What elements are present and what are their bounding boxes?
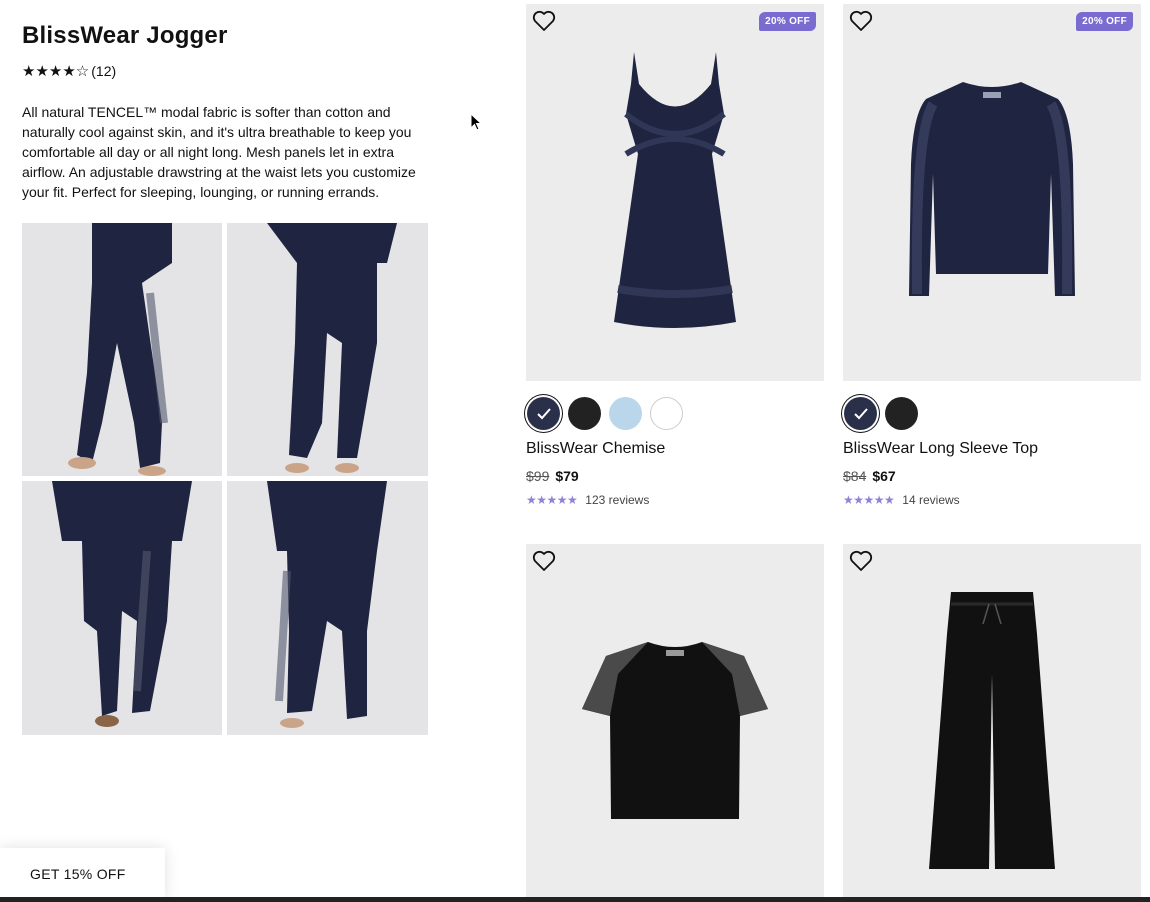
product-description: All natural TENCEL™ modal fabric is soft… <box>22 104 416 200</box>
wishlist-heart-icon[interactable] <box>532 10 556 32</box>
product-card-wide-leg-pant[interactable] <box>843 544 1141 899</box>
discount-badge: 20% OFF <box>1076 12 1133 31</box>
swatch-navy[interactable] <box>527 397 560 430</box>
chemise-image <box>614 52 736 328</box>
review-count: 14 reviews <box>902 493 960 507</box>
original-price: $99 <box>526 468 550 484</box>
gallery-image-side[interactable] <box>22 223 222 476</box>
swatch-navy[interactable] <box>844 397 877 430</box>
jogger-three-quarter-photo <box>227 481 428 735</box>
price-row: $84 $67 <box>843 468 1141 484</box>
color-swatches <box>527 397 824 430</box>
review-stars-icon: ★★★★★ <box>843 493 895 507</box>
sale-price: $67 <box>872 468 896 484</box>
swatch-white[interactable] <box>650 397 683 430</box>
product-card-tee[interactable] <box>526 544 824 899</box>
checkmark-icon <box>854 408 868 420</box>
rating-stars-icon: ★★★★☆ <box>22 63 90 80</box>
wishlist-heart-icon[interactable] <box>849 550 873 572</box>
product-name[interactable]: BlissWear Chemise <box>526 440 824 458</box>
product-image[interactable] <box>843 544 1141 899</box>
bottom-divider <box>0 897 1150 902</box>
review-stars-icon: ★★★★★ <box>526 493 578 507</box>
product-title: BlissWear Jogger <box>22 22 228 49</box>
swatch-light-blue[interactable] <box>609 397 642 430</box>
product-card-long-sleeve-top[interactable]: 20% OFF BlissWear Long Sleeve Top $84 $67… <box>843 4 1141 507</box>
jogger-side-photo <box>22 223 222 476</box>
mouse-cursor-icon <box>470 113 482 131</box>
wide-leg-pant-image <box>929 592 1055 869</box>
review-summary[interactable]: ★★★★★ 14 reviews <box>843 493 1141 507</box>
jogger-back-photo <box>227 223 428 476</box>
product-rating[interactable]: ★★★★☆ (12) <box>22 62 116 80</box>
price-row: $99 $79 <box>526 468 824 484</box>
review-count: 123 reviews <box>585 493 650 507</box>
sale-price: $79 <box>555 468 579 484</box>
review-summary[interactable]: ★★★★★ 123 reviews <box>526 493 824 507</box>
color-swatches <box>844 397 1141 430</box>
swatch-black[interactable] <box>885 397 918 430</box>
product-gallery <box>22 223 428 735</box>
gallery-image-back[interactable] <box>227 223 428 476</box>
product-card-chemise[interactable]: 20% OFF BlissWear Chemise $99 $79 ★★★★★ 1… <box>526 4 824 507</box>
wishlist-heart-icon[interactable] <box>849 10 873 32</box>
jogger-front-photo <box>22 481 222 735</box>
gallery-image-three-quarter[interactable] <box>227 481 428 735</box>
product-image[interactable]: 20% OFF <box>843 4 1141 381</box>
product-image[interactable] <box>526 544 824 899</box>
tee-image <box>582 642 768 819</box>
wishlist-heart-icon[interactable] <box>532 550 556 572</box>
original-price: $84 <box>843 468 867 484</box>
promo-discount-tab[interactable]: GET 15% OFF <box>0 848 165 900</box>
product-name[interactable]: BlissWear Long Sleeve Top <box>843 440 1141 458</box>
swatch-black[interactable] <box>568 397 601 430</box>
gallery-image-front[interactable] <box>22 481 222 735</box>
rating-count: (12) <box>91 63 117 79</box>
discount-badge: 20% OFF <box>759 12 816 31</box>
checkmark-icon <box>537 408 551 420</box>
long-sleeve-top-image <box>909 82 1075 296</box>
product-image[interactable]: 20% OFF <box>526 4 824 381</box>
